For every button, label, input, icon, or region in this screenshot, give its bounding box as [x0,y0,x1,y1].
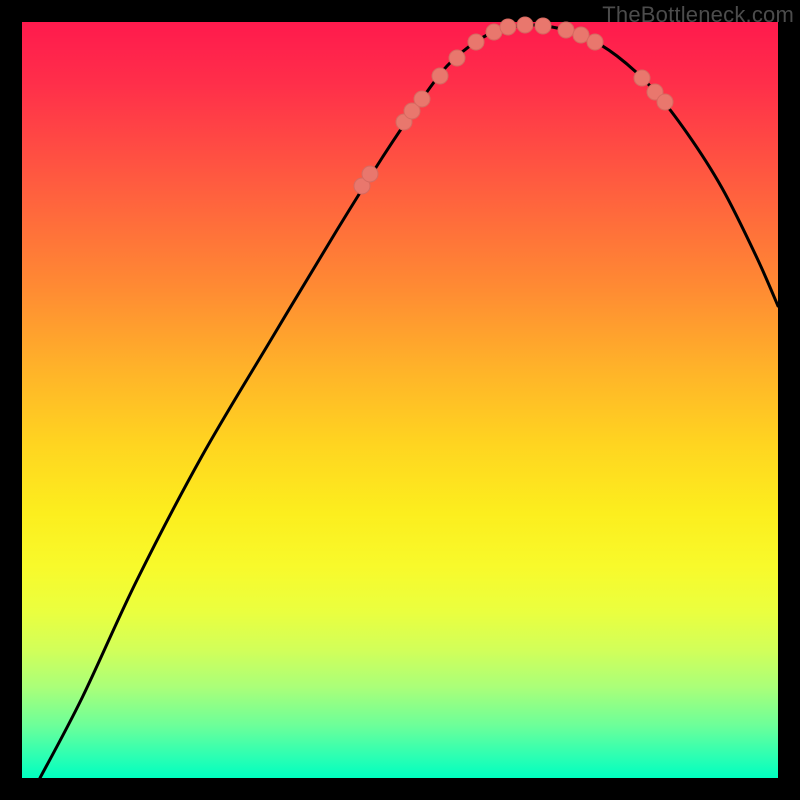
data-point [500,19,516,35]
bottleneck-curve [40,25,778,778]
data-point [362,166,378,182]
data-point [558,22,574,38]
data-points-group [354,17,673,194]
data-point [587,34,603,50]
data-point [573,27,589,43]
data-point [468,34,484,50]
data-point [414,91,430,107]
chart-frame [22,22,778,778]
data-point [517,17,533,33]
data-point [634,70,650,86]
data-point [432,68,448,84]
data-point [657,94,673,110]
chart-svg [22,22,778,778]
data-point [449,50,465,66]
data-point [535,18,551,34]
watermark-text: TheBottleneck.com [602,2,794,28]
